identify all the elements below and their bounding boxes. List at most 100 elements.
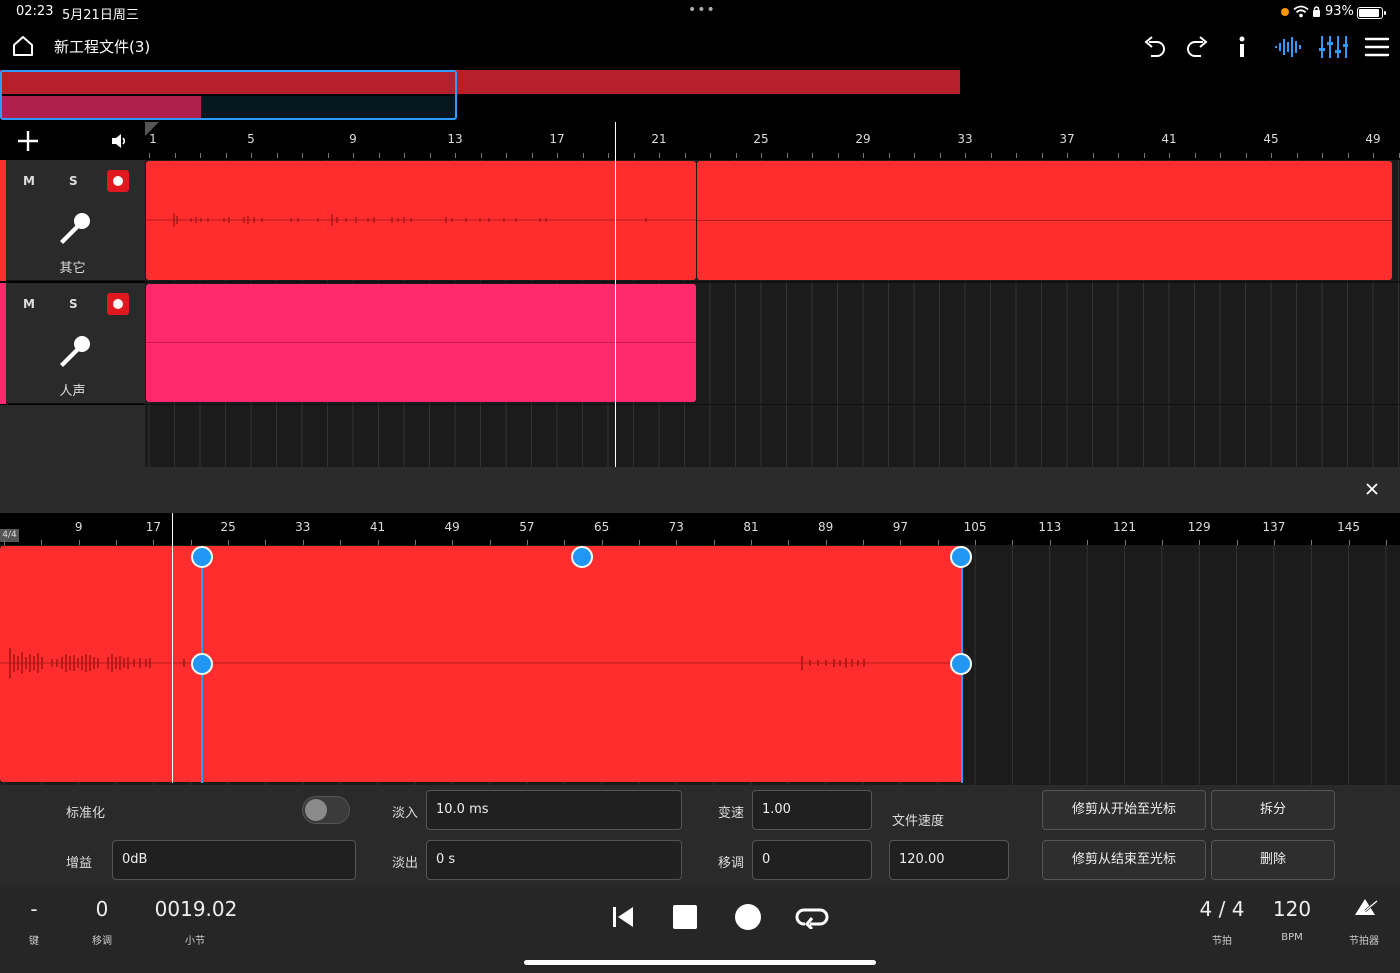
fade-in-field[interactable]: 10.0 ms: [426, 790, 682, 830]
track-name[interactable]: 其它: [0, 257, 145, 276]
editor-ruler-label: 49: [444, 520, 460, 534]
editor-audio-region[interactable]: [0, 546, 962, 782]
record-arm-button[interactable]: [107, 293, 129, 315]
record-arm-button[interactable]: [107, 170, 129, 192]
ruler-tick: [327, 153, 329, 158]
split-button[interactable]: 拆分: [1211, 790, 1335, 830]
ruler-label: 1: [149, 132, 157, 146]
song-overview[interactable]: [0, 70, 1400, 120]
editor-header: [0, 467, 1400, 513]
delete-button[interactable]: 删除: [1211, 840, 1335, 880]
ruler-tick: [1296, 153, 1298, 158]
stop-button[interactable]: [673, 905, 697, 929]
home-icon[interactable]: [12, 34, 34, 58]
track-header-1[interactable]: M S 其它: [0, 160, 145, 281]
solo-button[interactable]: S: [69, 174, 78, 188]
redo-icon[interactable]: [1185, 34, 1211, 60]
mixer-icon[interactable]: [1318, 34, 1348, 60]
ruler-tick: [1092, 153, 1094, 158]
arrange-ruler[interactable]: 1 5 9 13 17 21 25 29 33 37 41 45 49: [145, 122, 1400, 158]
time-signature-value[interactable]: 4 / 4: [1200, 897, 1245, 921]
transpose-value[interactable]: 0: [96, 897, 109, 921]
info-icon[interactable]: [1234, 34, 1250, 60]
ruler-label: 17: [549, 132, 565, 146]
trim-start-to-cursor-button[interactable]: 修剪从开始至光标: [1042, 790, 1206, 830]
ruler-tick: [1322, 153, 1323, 158]
bar-label: 小节: [185, 936, 205, 947]
ruler-tick: [761, 153, 762, 158]
ruler-tick: [939, 153, 941, 158]
ruler-tick: [965, 153, 966, 158]
fade-in-handle[interactable]: [191, 546, 213, 568]
overview-viewport-frame[interactable]: [0, 70, 457, 120]
editor-ruler-label: 9: [74, 520, 83, 534]
project-title[interactable]: 新工程文件(3): [54, 36, 150, 57]
ruler-tick: [659, 153, 660, 158]
track-name[interactable]: 人声: [0, 380, 145, 399]
ruler-tick: [735, 153, 737, 158]
fade-out-handle[interactable]: [950, 546, 972, 568]
audio-region-track1-b[interactable]: [697, 161, 1392, 280]
loop-icon[interactable]: [795, 905, 829, 929]
trim-end-handle[interactable]: [950, 653, 972, 675]
metronome-icon[interactable]: [1352, 897, 1378, 917]
multitask-dots-icon[interactable]: •••: [688, 2, 716, 18]
add-track-icon[interactable]: [17, 130, 39, 152]
mute-button[interactable]: M: [23, 174, 35, 188]
region-centerline: [146, 342, 696, 343]
undo-icon[interactable]: [1141, 34, 1167, 60]
ruler-tick: [378, 153, 380, 158]
time-signature-badge: 4/4: [0, 529, 19, 542]
solo-button[interactable]: S: [69, 297, 78, 311]
ruler-label: 33: [957, 132, 973, 146]
transpose-label: 移调: [92, 936, 112, 947]
waveform-icon[interactable]: [1274, 35, 1304, 59]
ruler-tick: [1067, 153, 1068, 158]
trim-end-to-cursor-button[interactable]: 修剪从结束至光标: [1042, 840, 1206, 880]
editor-ruler-label: 81: [743, 520, 759, 534]
track-header-2[interactable]: M S 人声: [0, 283, 145, 404]
ruler-tick: [888, 153, 890, 158]
bpm-value[interactable]: 120: [1273, 897, 1311, 921]
key-label: 键: [29, 936, 39, 947]
fade-out-field[interactable]: 0 s: [426, 840, 682, 880]
ruler-tick: [302, 153, 303, 158]
mute-button[interactable]: M: [23, 297, 35, 311]
microphone-icon: [60, 213, 90, 244]
home-indicator[interactable]: [524, 960, 876, 965]
bar-position[interactable]: 0019.02: [155, 897, 238, 921]
gain-label: 增益: [66, 856, 93, 871]
audio-region-track1-a[interactable]: [146, 161, 696, 280]
gain-field[interactable]: 0dB: [112, 840, 356, 880]
normalize-toggle[interactable]: [302, 796, 350, 824]
ruler-label: 13: [447, 132, 463, 146]
ruler-tick: [1245, 153, 1247, 158]
editor-ruler-label: 73: [668, 520, 684, 534]
audio-region-track2[interactable]: [146, 284, 696, 402]
ruler-tick: [863, 153, 864, 158]
battery-fill: [1359, 9, 1379, 17]
editor-ruler-label: 121: [1113, 520, 1136, 534]
record-button[interactable]: [735, 904, 761, 930]
editor-ruler[interactable]: 4/4 9 17 25 33 41 49 57 65 73 81 89 97 105 113 121 129 1…: [0, 513, 1400, 545]
rewind-to-start-icon[interactable]: [611, 905, 635, 929]
ruler-tick: [684, 153, 686, 158]
ruler-tick: [837, 153, 839, 158]
close-icon[interactable]: [1365, 482, 1379, 496]
editor-ruler-label: 17: [145, 520, 162, 534]
editor-playhead[interactable]: [172, 513, 173, 783]
ruler-tick: [1398, 153, 1400, 158]
microphone-icon: [60, 336, 90, 367]
speaker-icon[interactable]: [110, 132, 128, 150]
arrange-playhead[interactable]: [615, 122, 616, 467]
menu-icon[interactable]: [1364, 36, 1390, 58]
key-value[interactable]: -: [30, 897, 37, 921]
wifi-icon: [1293, 5, 1309, 18]
file-tempo-field[interactable]: 120.00: [889, 840, 1009, 880]
transpose-field[interactable]: 0: [752, 840, 872, 880]
waveform: [146, 213, 696, 227]
gain-handle[interactable]: [571, 546, 593, 568]
speed-field[interactable]: 1.00: [752, 790, 872, 830]
ruler-label: 9: [349, 132, 357, 146]
trim-start-handle[interactable]: [191, 653, 213, 675]
